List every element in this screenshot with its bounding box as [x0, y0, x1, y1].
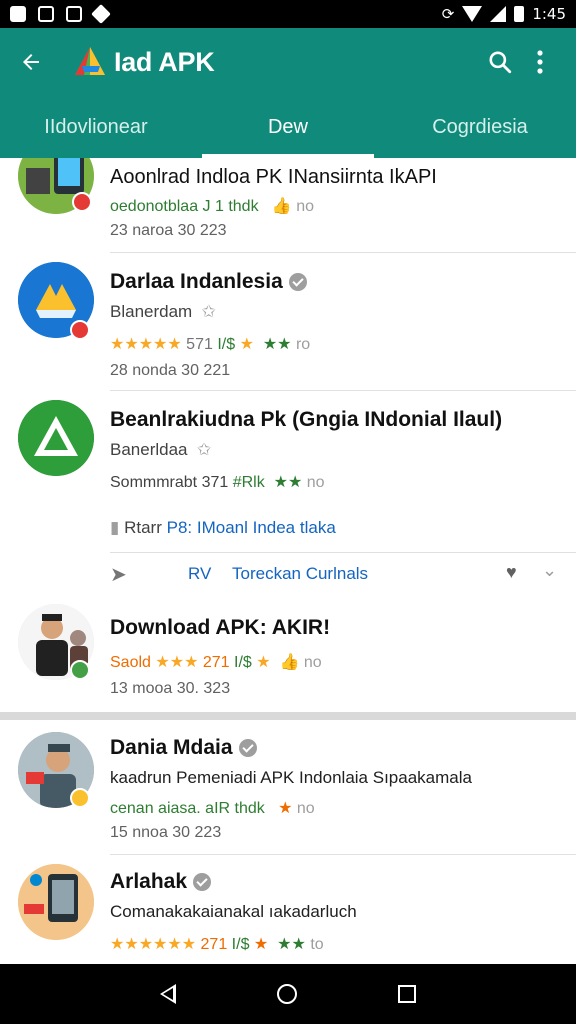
status-left-icons	[10, 4, 111, 24]
app-meta: oedonotblaa J 1 thdk 👍 no	[110, 198, 315, 215]
image-icon	[38, 6, 54, 22]
navigation-bar	[0, 964, 576, 1024]
app-bar: Iad APK IIdovlionear Dew Cogrdiesia	[0, 28, 576, 158]
more-vert-icon	[537, 50, 543, 74]
double-star-icon: ★★	[258, 336, 292, 353]
app-date: 23 naroa 30 223	[110, 222, 227, 239]
app-date: 15 nnoa 30 223	[110, 824, 222, 841]
app-meta: cenan aiasa. aIR thdk ★ no	[110, 800, 315, 817]
chart-icon: ▮	[110, 518, 120, 537]
status-time: 1:45	[532, 5, 566, 23]
back-button[interactable]	[16, 47, 46, 77]
rating-stars: ★★★	[155, 654, 199, 671]
thumb-icon: 👍	[275, 654, 300, 671]
thumb-icon: 👍	[263, 198, 292, 215]
photo-icon	[10, 6, 26, 22]
badge-icon	[70, 788, 90, 808]
badge-icon	[70, 320, 90, 340]
star-icon: ★	[253, 936, 269, 953]
search-icon	[489, 51, 512, 74]
info-link[interactable]: P8: IMoanl Indea tlaka	[167, 518, 336, 537]
divider	[110, 390, 576, 391]
status-right-icons: ⟳ 1:45	[442, 5, 566, 23]
app-icon	[18, 864, 94, 940]
divider	[110, 552, 576, 553]
diamond-icon	[91, 4, 111, 24]
sync-icon: ⟳	[441, 5, 455, 23]
section-divider	[0, 712, 576, 720]
heart-icon[interactable]: ♥	[506, 562, 517, 583]
battery-icon	[514, 6, 525, 22]
app-bar-row: Iad APK	[0, 28, 576, 96]
badge-icon	[70, 660, 90, 680]
star-outline-icon: ✩	[192, 440, 212, 459]
tab-third[interactable]: Cogrdiesia	[384, 96, 576, 158]
app-list: Aoonlrad Indloa PK INansiirnta IkAPI oed…	[0, 158, 576, 964]
rating-stars: ★★★★★	[110, 336, 182, 353]
app-meta: ★★★★★★ 271 I/$ ★ ★★ to	[110, 936, 324, 953]
verified-icon	[288, 273, 307, 292]
app-subtitle: Comanakakaianakal ıakadarluch	[110, 902, 357, 921]
app-date: 13 mooa 30. 323	[110, 680, 231, 697]
app-subtitle: Blanerdam ✩	[110, 302, 216, 321]
list-item[interactable]: Download APK: AKIR! Saold ★★★ 271 I/$ ★ …	[0, 604, 576, 714]
list-item[interactable]: Dania Mdaia kaadrun Pemeniadi APK Indonl…	[0, 732, 576, 852]
tab-new[interactable]: Dew	[192, 96, 384, 158]
app-title: Aoonlrad Indloa PK INansiirnta IkAPI	[110, 166, 437, 188]
info-row: ▮ Rtarr P8: IMoanl Indea tlaka	[110, 518, 336, 537]
share-icon[interactable]: ➤	[110, 562, 127, 587]
actions-row: ➤ RV Toreckan Curlnals ♥ ⌄	[0, 556, 576, 596]
app-title: Dania Mdaia	[110, 736, 257, 760]
action-link[interactable]: Toreckan Curlnals	[232, 564, 368, 584]
verified-icon	[238, 739, 257, 758]
tab-bar: IIdovlionear Dew Cogrdiesia	[0, 96, 576, 158]
star-icon: ★	[239, 336, 254, 353]
wifi-icon	[462, 6, 483, 22]
app-meta: ★★★★★ 571 I/$ ★ ★★ ro	[110, 336, 311, 353]
app-icon	[18, 400, 94, 476]
app-date: 28 nonda 30 221	[110, 362, 231, 379]
chevron-down-icon[interactable]: ⌄	[542, 560, 557, 581]
nav-recents-icon[interactable]	[397, 985, 416, 1003]
app-subtitle: kaadrun Pemeniadi APK Indonlaia Sıpaakam…	[110, 768, 472, 787]
app-subtitle: Banerldaa ✩	[110, 440, 212, 459]
tab-first[interactable]: IIdovlionear	[0, 96, 192, 158]
app-title: Download APK: AKIR!	[110, 616, 331, 639]
signal-icon	[490, 6, 507, 22]
gallery-icon	[66, 6, 82, 22]
app-title: Arlahak	[110, 870, 212, 894]
list-item[interactable]: Arlahak Comanakakaianakal ıakadarluch ★★…	[0, 864, 576, 964]
rating-stars: ★★★★★★	[110, 936, 197, 953]
star-outline-icon: ✩	[196, 302, 216, 321]
app-title: Beanlrakiudna Pk (Gngia INdonial Ilaul)	[110, 408, 503, 431]
divider	[110, 252, 576, 253]
star-icon: ★	[256, 654, 271, 671]
divider	[110, 854, 576, 855]
action-left[interactable]: RV	[188, 564, 211, 584]
nav-back-icon[interactable]	[160, 984, 177, 1004]
badge-icon	[72, 192, 92, 212]
nav-home-icon[interactable]	[276, 984, 297, 1004]
double-star-icon: ★★	[269, 474, 303, 491]
app-meta: Saold ★★★ 271 I/$ ★ 👍 no	[110, 654, 322, 671]
status-bar: ⟳ 1:45	[0, 0, 576, 28]
star-icon: ★	[269, 800, 293, 817]
app-logo-icon	[75, 47, 105, 75]
more-options-button[interactable]	[520, 42, 560, 82]
list-item[interactable]: Darlaa Indanlesia Blanerdam ✩ ★★★★★ 571 …	[0, 262, 576, 392]
list-item[interactable]: Aoonlrad Indloa PK INansiirnta IkAPI oed…	[0, 158, 576, 250]
app-title: Iad APK	[114, 46, 215, 77]
app-meta: Sommmrabt 371 #Rlk ★★ no	[110, 474, 325, 491]
app-title: Darlaa Indanlesia	[110, 270, 307, 294]
search-button[interactable]	[480, 42, 520, 82]
verified-icon	[193, 873, 212, 892]
back-arrow-icon	[23, 54, 39, 70]
double-star-icon: ★★	[272, 936, 306, 953]
